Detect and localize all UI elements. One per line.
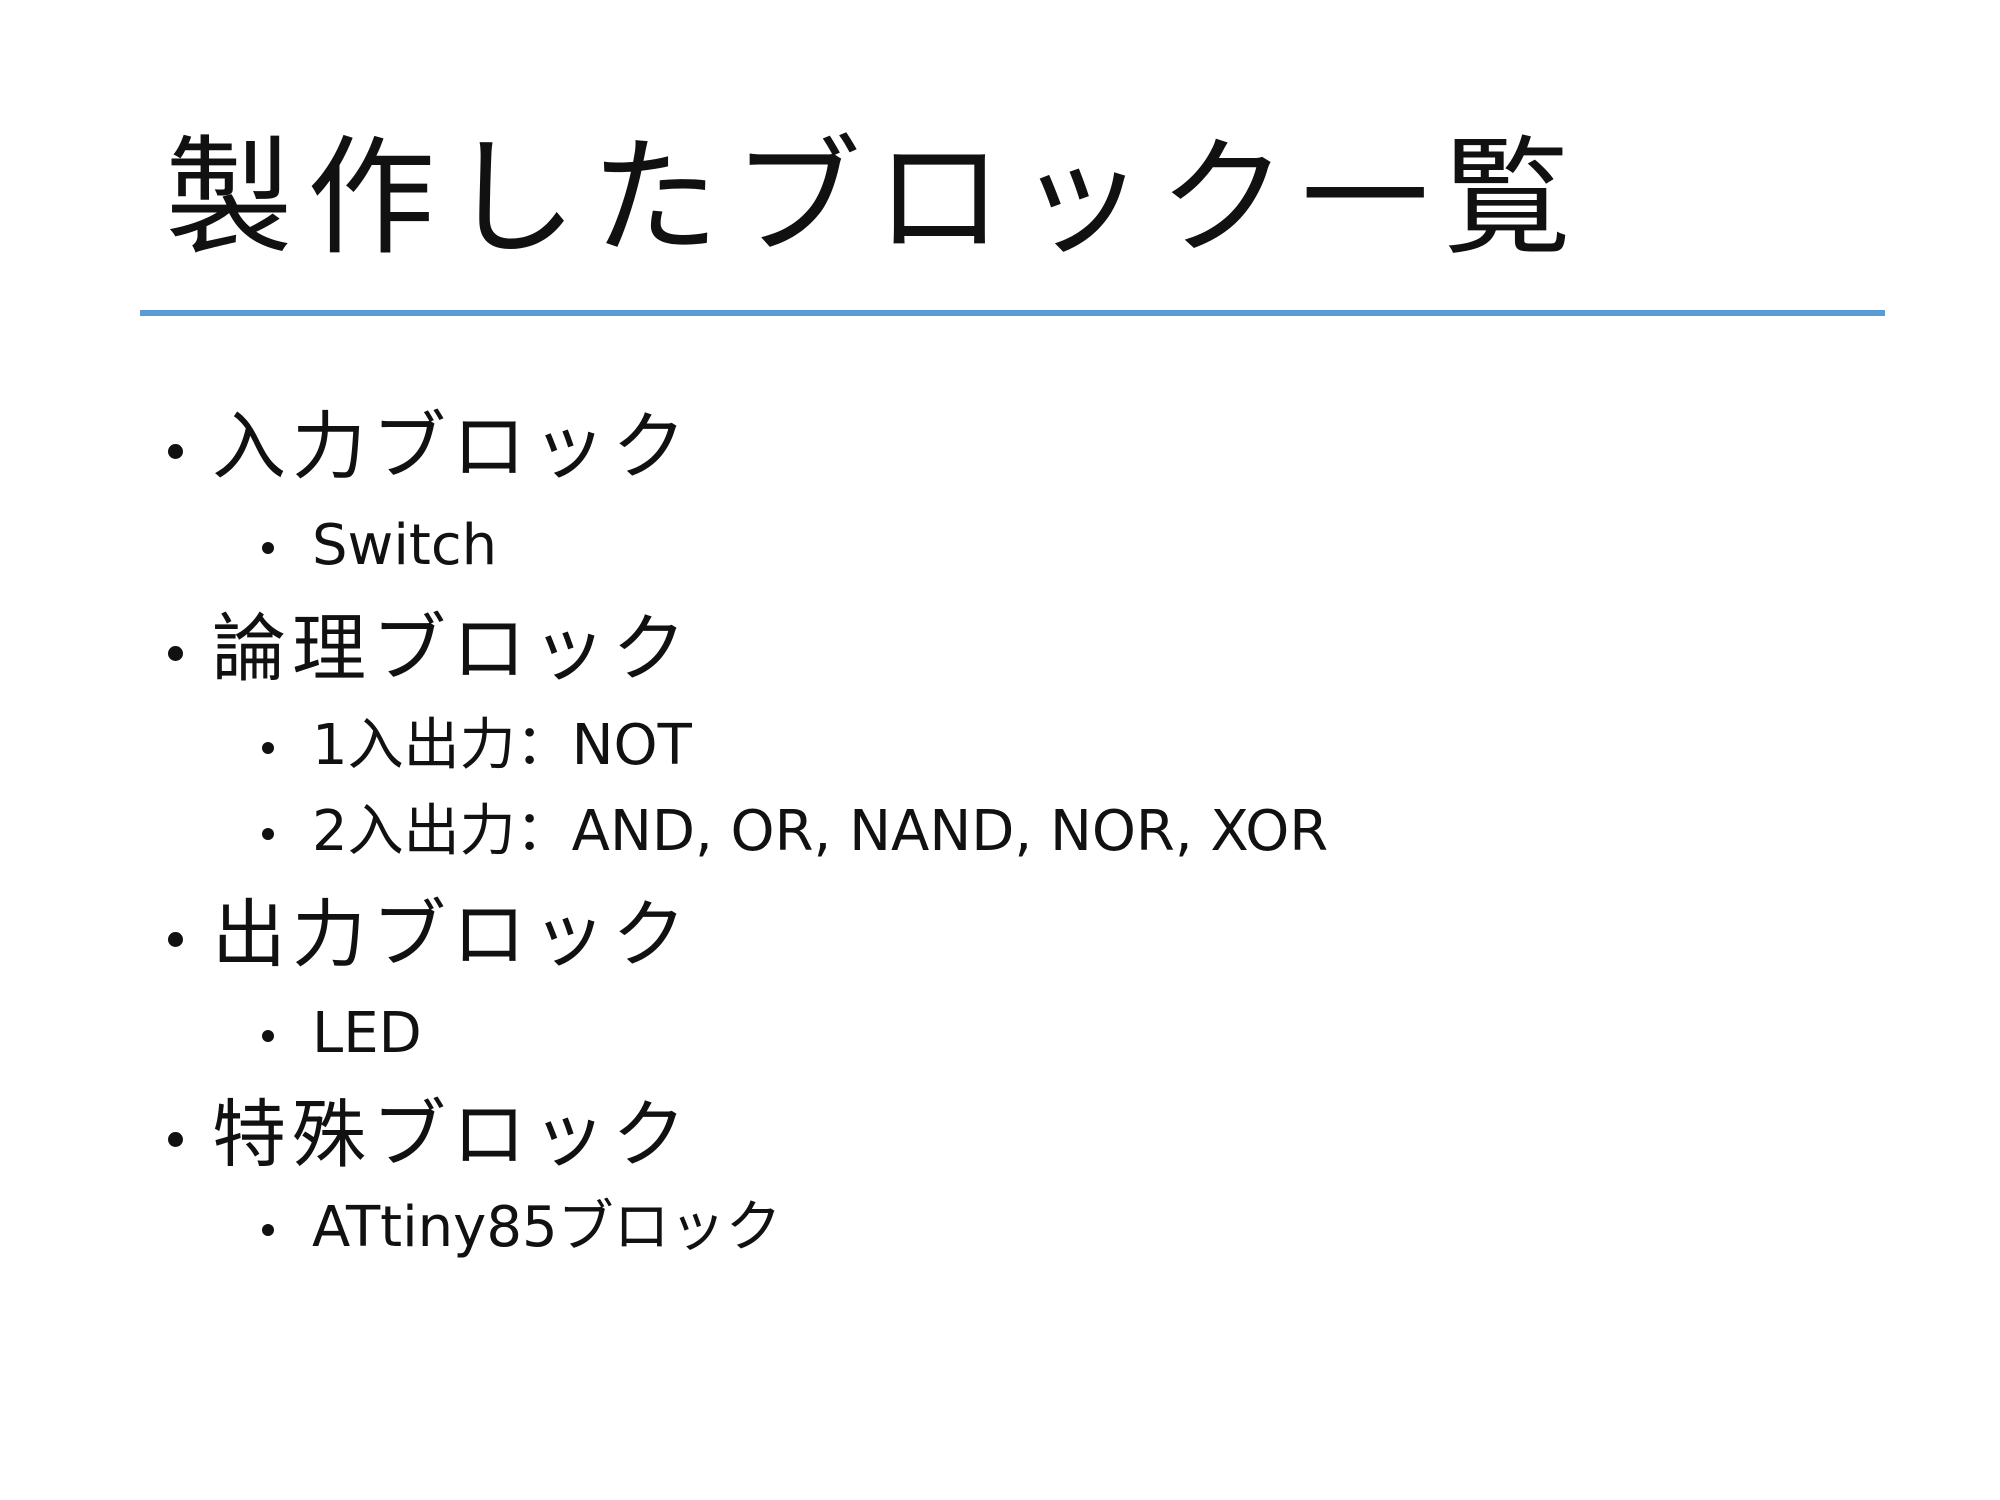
sub-bullet-item: LED xyxy=(262,1006,422,1062)
sub-bullet-item: 1入出力：NOT xyxy=(262,718,692,774)
sub-bullet-dot-icon xyxy=(262,1030,274,1042)
bullet-dot-icon xyxy=(168,646,183,661)
slide: 製作したブロック一覧 入力ブロック Switch 論理ブロック 1入出力：NOT… xyxy=(0,0,2000,1500)
sub-bullet-label: ATtiny85ブロック xyxy=(312,1195,782,1260)
bullet-item: 論理ブロック xyxy=(160,612,692,686)
bullet-label: 論理ブロック xyxy=(212,606,692,692)
sub-bullet-label: 2入出力：AND, OR, NAND, NOR, XOR xyxy=(312,799,1329,864)
bullet-dot-icon xyxy=(168,1132,183,1147)
sub-bullet-item: 2入出力：AND, OR, NAND, NOR, XOR xyxy=(262,804,1328,860)
bullet-item: 特殊ブロック xyxy=(160,1098,692,1172)
sub-bullet-dot-icon xyxy=(262,1224,274,1236)
bullet-item: 出力ブロック xyxy=(160,898,692,972)
sub-bullet-dot-icon xyxy=(262,542,274,554)
sub-bullet-item: ATtiny85ブロック xyxy=(262,1200,782,1256)
sub-bullet-label: Switch xyxy=(312,513,498,578)
sub-bullet-dot-icon xyxy=(262,742,274,754)
sub-bullet-label: 1入出力：NOT xyxy=(312,713,692,778)
bullet-label: 出力ブロック xyxy=(212,892,692,978)
bullet-label: 特殊ブロック xyxy=(212,1092,692,1178)
bullet-list: 入力ブロック Switch 論理ブロック 1入出力：NOT 2入出力：AND, … xyxy=(0,0,2000,1500)
bullet-item: 入力ブロック xyxy=(160,410,692,484)
bullet-label: 入力ブロック xyxy=(212,404,692,490)
sub-bullet-dot-icon xyxy=(262,828,274,840)
bullet-dot-icon xyxy=(168,932,183,947)
bullet-dot-icon xyxy=(168,444,183,459)
sub-bullet-label: LED xyxy=(312,1001,422,1066)
sub-bullet-item: Switch xyxy=(262,518,497,574)
